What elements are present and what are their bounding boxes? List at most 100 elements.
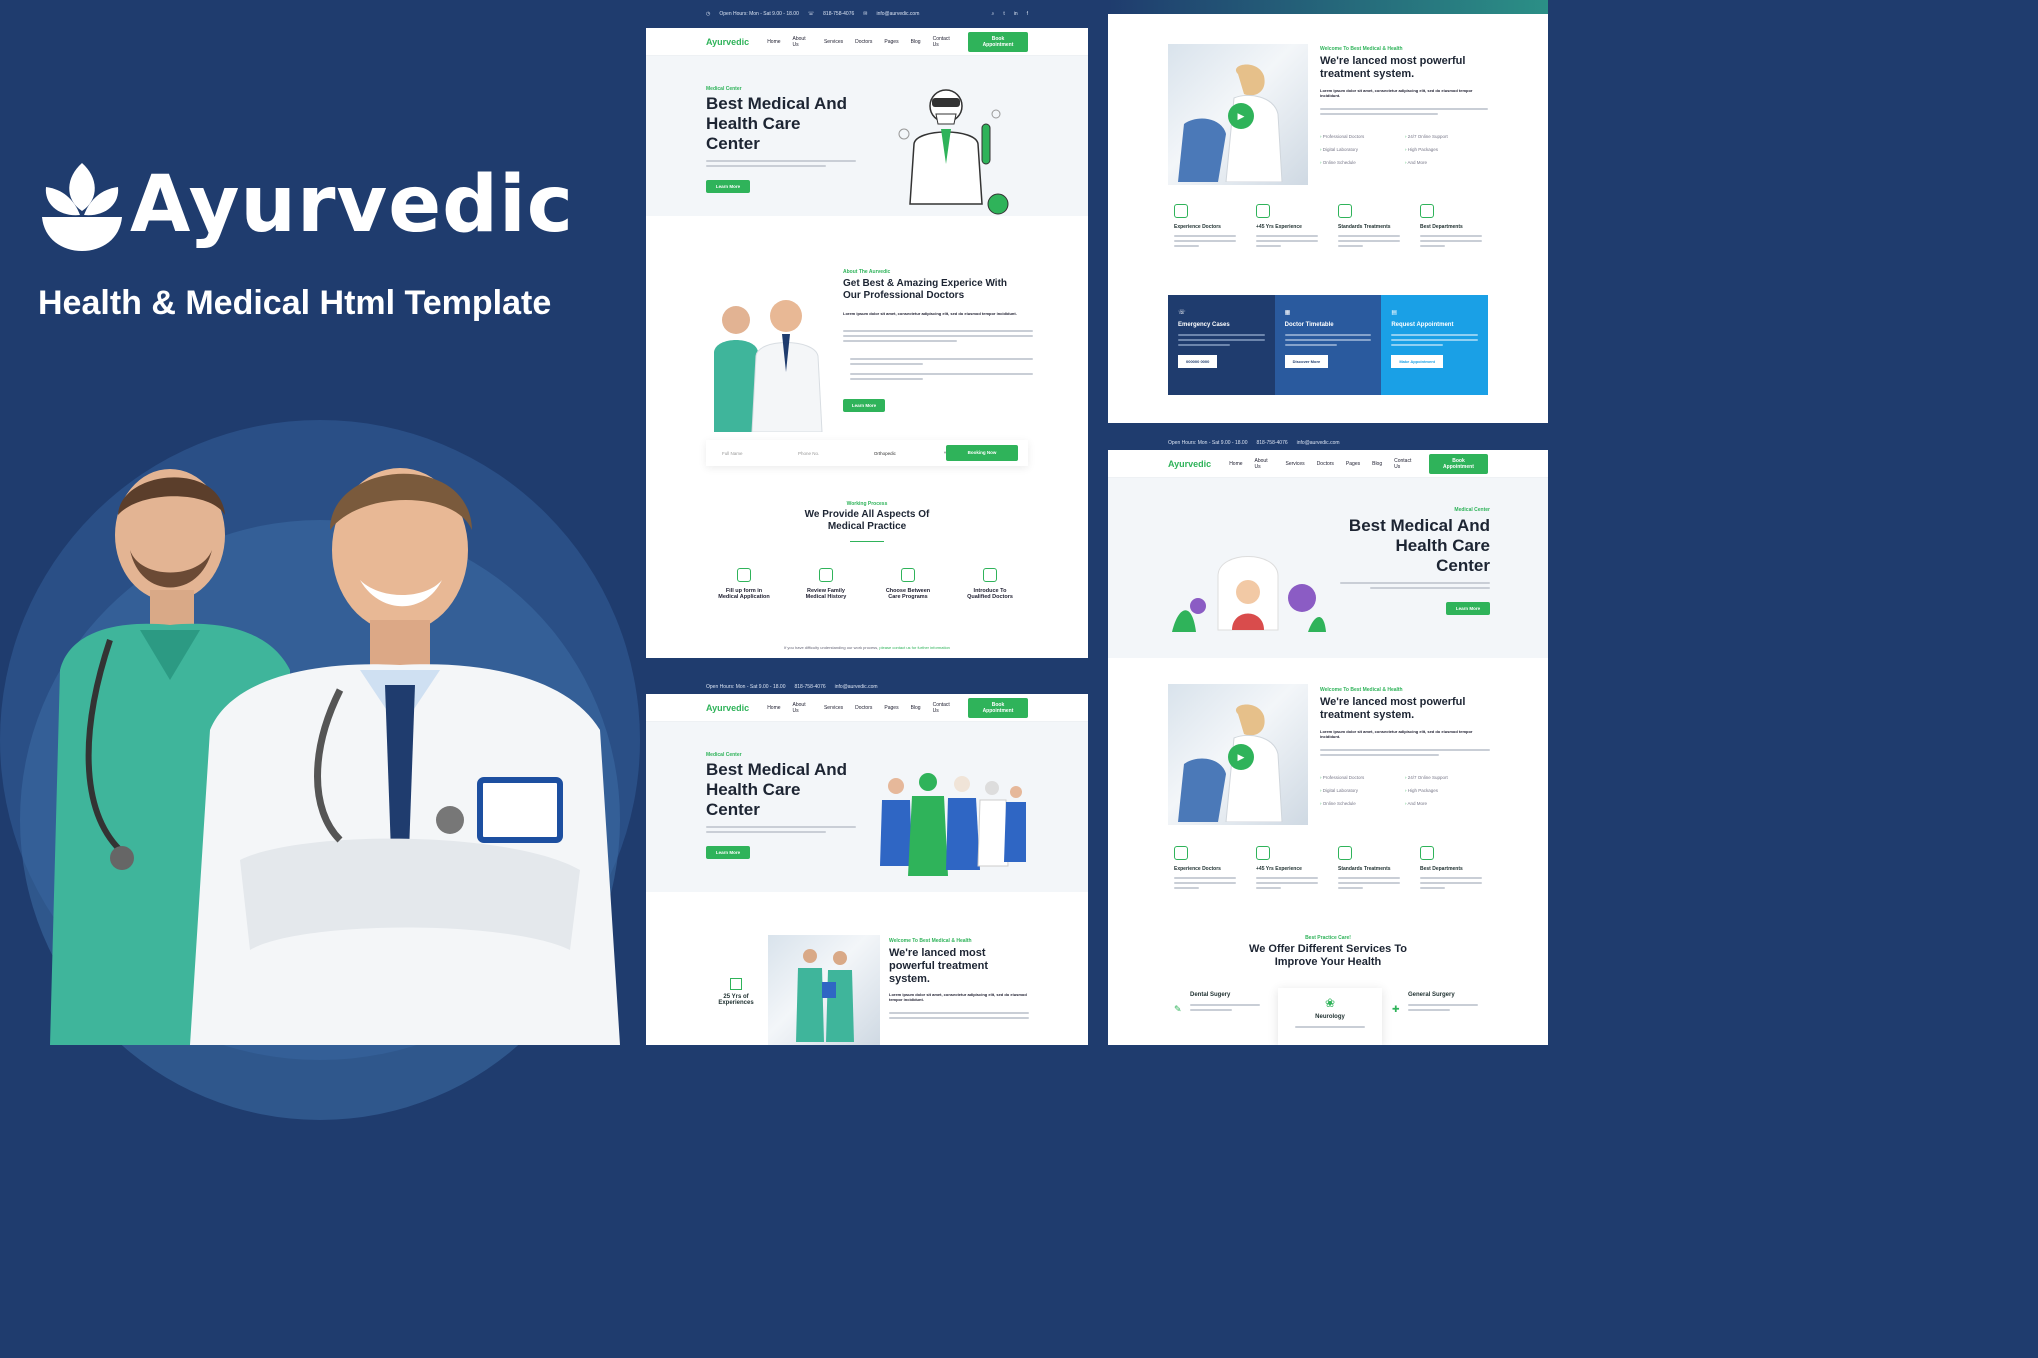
nav-home[interactable]: Home (1229, 461, 1242, 467)
welcome-title: We're lanced most powerful treatment sys… (1320, 696, 1465, 722)
phone-icon: ☏ (807, 11, 815, 17)
linkedin-icon[interactable]: in (1014, 11, 1018, 17)
experience-badge: 25 Yrs of Experiences (706, 978, 766, 1006)
book-appointment-button[interactable]: Book Appointment (967, 31, 1028, 52)
info-box-appointment: ▤ Request Appointment Make Appointment (1381, 295, 1489, 395)
hero-title-line1: Best Medical And (706, 94, 848, 113)
doctor-icon (1174, 204, 1188, 218)
nav-about[interactable]: About Us (793, 36, 812, 48)
booking-phone-field[interactable]: Phone No. (798, 451, 874, 456)
hero-learn-more-button[interactable]: Learn More (706, 180, 750, 193)
process-title-line2: Medical Practice (827, 521, 907, 532)
welcome-title-line1: We're lanced most (889, 947, 986, 959)
topbar-phone[interactable]: 818-758-4076 (1257, 440, 1288, 446)
welcome-title-line3: system. (889, 973, 930, 986)
nav-pages[interactable]: Pages (1346, 461, 1360, 467)
search-icon[interactable]: ⌕ (992, 11, 995, 17)
welcome-eyebrow: Welcome To Best Medical & Health (889, 938, 972, 944)
nav-blog[interactable]: Blog (911, 705, 921, 711)
hero-learn-more-button[interactable]: Learn More (1446, 602, 1490, 615)
process-step-2: Review Family Medical History (791, 568, 861, 600)
brand-area: Ayurvedic Health & Medical Html Template (0, 0, 640, 1120)
welcome-list-item: High Packages (1405, 788, 1448, 793)
brain-icon: ❀ (1324, 996, 1336, 1010)
booking-dept-select[interactable]: Orthopedic (874, 451, 944, 456)
doctors-in-hall-photo (796, 949, 854, 1042)
facebook-icon[interactable]: f (1027, 11, 1028, 17)
preview-home-2: Open Hours: Mon - Sat 9.00 - 18.00 818-7… (646, 680, 1088, 1045)
topbar-phone[interactable]: 818-758-4076 (795, 684, 826, 690)
nav-doctors[interactable]: Doctors (855, 39, 872, 45)
topbar-email[interactable]: info@aurvedic.com (1297, 440, 1340, 446)
topbar-email[interactable]: info@aurvedic.com (876, 11, 919, 17)
book-appointment-button[interactable]: Book Appointment (967, 697, 1028, 718)
process-note-link[interactable]: please contact us for further informatio… (879, 645, 949, 650)
nav-logo[interactable]: Ayurvedic (706, 703, 749, 713)
topbar: Open Hours: Mon - Sat 9.00 - 18.00 818-7… (646, 680, 1088, 694)
timetable-button[interactable]: Discover More (1284, 355, 1329, 368)
brand-tagline: Health & Medical Html Template (38, 284, 552, 322)
mail-icon: ✉ (863, 11, 868, 17)
nav-pages[interactable]: Pages (884, 39, 898, 45)
booking-name-field[interactable]: Full Name (722, 451, 798, 456)
preview-home-3: Open Hours: Mon - Sat 9.00 - 18.00 818-7… (1108, 436, 1548, 1045)
nav-contact[interactable]: Contact Us (933, 702, 956, 714)
nav-about[interactable]: About Us (1255, 458, 1274, 470)
nav-logo[interactable]: Ayurvedic (1168, 459, 1211, 469)
welcome-title: We're lanced most powerful treatment sys… (1320, 55, 1465, 81)
about-title: Get Best & Amazing Experice With Our Pro… (843, 278, 1007, 302)
history-icon (819, 568, 833, 582)
about-title-line1: Get Best & Amazing Experice With (843, 278, 1008, 289)
feature-row: Experience Doctors +45 Yrs Experience St… (1168, 204, 1508, 264)
nav-home[interactable]: Home (767, 705, 780, 711)
twitter-icon[interactable]: t (1003, 11, 1004, 17)
hero-title-line2: Health Care (706, 780, 801, 800)
nav-blog[interactable]: Blog (911, 39, 921, 45)
nav-doctors[interactable]: Doctors (1317, 461, 1334, 467)
preview-home-1: ◷ Open Hours: Mon - Sat 9.00 - 18.00 ☏ 8… (646, 0, 1088, 658)
welcome-list-item: 24/7 Online Support (1405, 775, 1448, 780)
hero-title-line3: Center (706, 134, 760, 154)
welcome-title-line2: treatment system. (1320, 709, 1415, 722)
video-play-button[interactable]: ▶ (1228, 103, 1254, 129)
book-appointment-button[interactable]: Book Appointment (1428, 453, 1488, 474)
process-eyebrow: Working Process (846, 501, 888, 507)
about-learn-more-button[interactable]: Learn More (843, 399, 885, 412)
nav-services[interactable]: Services (1286, 461, 1305, 467)
nav-logo[interactable]: Ayurvedic (706, 37, 749, 47)
nav-doctors[interactable]: Doctors (855, 705, 872, 711)
nav-about[interactable]: About Us (793, 702, 812, 714)
nav-contact[interactable]: Contact Us (1394, 458, 1417, 470)
hero-title: Best Medical And Health Care Center (1349, 516, 1490, 576)
process-step-3: Choose Between Care Programs (873, 568, 943, 600)
nav-home[interactable]: Home (767, 39, 780, 45)
welcome-title: We're lanced most powerful treatment sys… (889, 947, 988, 987)
welcome-text (1320, 749, 1490, 759)
nav-services[interactable]: Services (824, 39, 843, 45)
topbar-hours: Open Hours: Mon - Sat 9.00 - 18.00 (1168, 440, 1248, 446)
hero-eyebrow: Medical Center (706, 752, 742, 758)
hero-title-line2: Health Care (1395, 536, 1490, 556)
hero-eyebrow: Medical Center (706, 86, 742, 92)
main-nav: Ayurvedic Home About Us Services Doctors… (646, 694, 1088, 722)
award-icon (730, 978, 742, 990)
process-note-text: If you have difficulty understanding our… (784, 645, 879, 650)
service-neurology[interactable]: ❀ Neurology (1278, 988, 1382, 1045)
lab-icon (1256, 846, 1270, 860)
about-doctors-photo (714, 300, 823, 432)
feature-row: Experience Doctors +45 Yrs Experience St… (1168, 846, 1508, 906)
topbar-email[interactable]: info@aurvedic.com (835, 684, 878, 690)
nav-blog[interactable]: Blog (1372, 461, 1382, 467)
appointment-button[interactable]: Make Appointment (1391, 355, 1443, 368)
topbar-phone[interactable]: 818-758-4076 (823, 11, 854, 17)
doctors-photo (50, 468, 620, 1045)
phone-icon: ☏ (1178, 310, 1186, 316)
hero-learn-more-button[interactable]: Learn More (706, 846, 750, 859)
emergency-button[interactable]: 000000 0000 (1178, 355, 1218, 368)
topbar-hours: Open Hours: Mon - Sat 9.00 - 18.00 (719, 11, 799, 17)
booking-now-button[interactable]: Booking Now (946, 445, 1019, 461)
video-play-button[interactable]: ▶ (1228, 744, 1254, 770)
nav-contact[interactable]: Contact Us (933, 36, 956, 48)
nav-pages[interactable]: Pages (884, 705, 898, 711)
nav-services[interactable]: Services (824, 705, 843, 711)
